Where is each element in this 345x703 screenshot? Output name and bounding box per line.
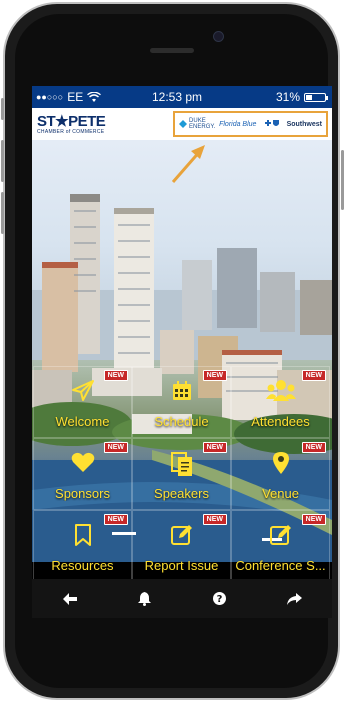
tile-label: Venue bbox=[262, 486, 299, 501]
tile-label: Resources bbox=[51, 558, 114, 573]
duke-energy-logo: DUKE ENERGY. bbox=[179, 118, 215, 130]
document-icon bbox=[170, 452, 192, 476]
volume-down-button bbox=[1, 192, 4, 234]
notifications-button[interactable] bbox=[125, 584, 165, 614]
share-button[interactable] bbox=[275, 584, 315, 614]
tile-label: Sponsors bbox=[55, 486, 110, 501]
tile-label: Welcome bbox=[55, 414, 110, 429]
sponsor-pointer-arrow-icon bbox=[171, 145, 205, 183]
tile-venue[interactable]: NEW Venue bbox=[231, 438, 330, 510]
tile-label: Report Issue bbox=[144, 558, 219, 573]
volume-up-button bbox=[1, 140, 4, 182]
tile-speakers[interactable]: NEW Speakers bbox=[132, 438, 231, 510]
front-camera bbox=[213, 31, 224, 42]
battery-level bbox=[306, 94, 312, 100]
calendar-icon bbox=[172, 381, 191, 400]
sponsor-banner[interactable]: DUKE ENERGY. Florida Blue Southwest bbox=[173, 111, 328, 137]
svg-text:?: ? bbox=[217, 594, 223, 605]
tile-welcome[interactable]: NEW Welcome bbox=[33, 366, 132, 438]
bell-icon bbox=[138, 591, 151, 606]
battery-percent: 31% bbox=[275, 90, 300, 104]
battery-icon bbox=[304, 92, 328, 102]
users-icon bbox=[265, 380, 296, 401]
st-pete-logo[interactable]: ST★PETE CHAMBER of COMMERCE bbox=[37, 112, 127, 136]
app-header: ST★PETE CHAMBER of COMMERCE DUKE ENERGY.… bbox=[32, 108, 332, 140]
earpiece-speaker bbox=[150, 48, 194, 53]
help-button[interactable]: ? bbox=[200, 584, 240, 614]
carrier-name: EE bbox=[67, 90, 84, 104]
tile-conference-survey[interactable]: NEW Conference S... bbox=[231, 510, 330, 582]
mute-switch bbox=[1, 98, 4, 120]
tile-sponsors[interactable]: NEW Sponsors bbox=[33, 438, 132, 510]
bottom-nav-bar: ? bbox=[32, 579, 332, 618]
power-button bbox=[341, 150, 344, 210]
tile-label: Speakers bbox=[154, 486, 209, 501]
tile-resources[interactable]: NEW Resources bbox=[33, 510, 132, 582]
florida-blue-logo: Florida Blue bbox=[219, 120, 257, 128]
map-pin-icon bbox=[272, 452, 289, 474]
tile-schedule[interactable]: NEW Schedule bbox=[132, 366, 231, 438]
wifi-icon bbox=[87, 91, 102, 102]
status-time: 12:53 pm bbox=[152, 90, 203, 104]
southwest-logo: Southwest bbox=[286, 120, 322, 128]
menu-grid: NEW Welcome NEW Schedule NEW Attendees N… bbox=[32, 336, 332, 582]
back-arrow-icon bbox=[62, 592, 77, 605]
share-icon bbox=[287, 592, 302, 605]
logo-subtext: CHAMBER of COMMERCE bbox=[37, 129, 105, 135]
app-screen: ●●○○○ EE 12:53 pm 31% ST★PETE CHAMBER of… bbox=[32, 86, 332, 618]
heart-icon bbox=[71, 452, 94, 472]
logo-text: ST★PETE bbox=[37, 113, 106, 130]
tile-label: Schedule bbox=[154, 414, 209, 429]
tile-label: Conference S... bbox=[235, 558, 326, 573]
signal-indicator: ●●○○○ bbox=[36, 92, 64, 102]
bookmark-icon bbox=[74, 524, 91, 546]
status-bar: ●●○○○ EE 12:53 pm 31% bbox=[32, 86, 332, 108]
back-button[interactable] bbox=[50, 584, 90, 614]
tile-attendees[interactable]: NEW Attendees bbox=[231, 366, 330, 438]
tile-report-issue[interactable]: NEW Report Issue bbox=[132, 510, 231, 582]
tile-label: Attendees bbox=[251, 414, 310, 429]
paper-plane-icon bbox=[71, 380, 94, 401]
blue-cross-shield-icon bbox=[264, 120, 279, 126]
edit-icon bbox=[269, 525, 291, 545]
duke-energy-mark-icon bbox=[179, 120, 188, 128]
help-icon: ? bbox=[213, 592, 226, 605]
edit-icon bbox=[170, 525, 192, 545]
